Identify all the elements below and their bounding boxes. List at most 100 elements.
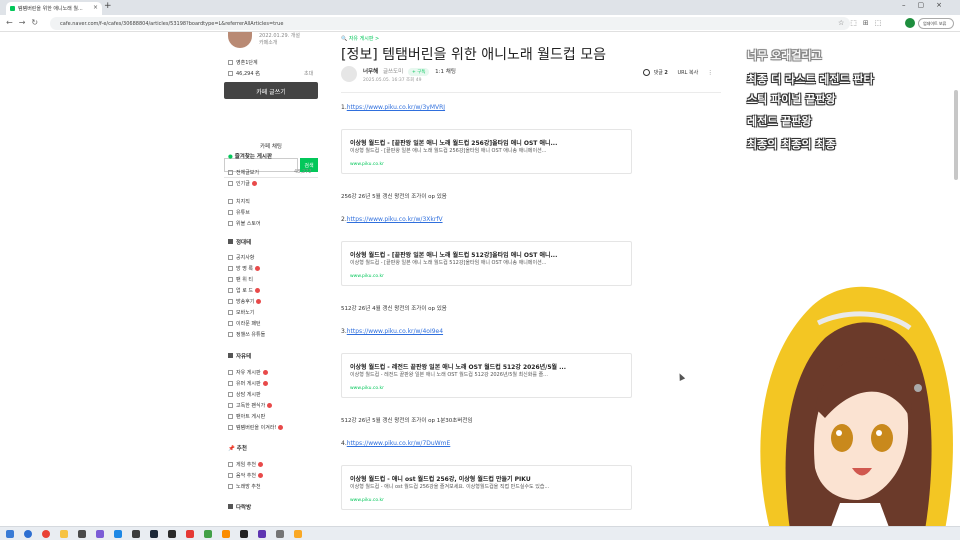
sidebar-item-pattern[interactable]: 이라문 패턴 [228,320,261,327]
new-badge-icon [258,473,263,478]
members-icon [228,71,233,76]
app-icon[interactable] [132,530,140,538]
link-preview-card[interactable]: 이상형 월드컵 - [끝판왕 일본 애니 노래 월드컵 512강]올타임 애니 … [341,241,632,286]
close-tab-icon[interactable]: × [93,4,98,11]
sidebar-item-guestbook[interactable]: 방 명 록 [228,265,260,272]
sidebar-item-counsel[interactable]: 상담 게시판 [228,391,261,398]
app-icon[interactable] [114,530,122,538]
steam-icon[interactable] [150,530,158,538]
url-copy-button[interactable]: URL 복사 [677,70,698,76]
link-url[interactable]: https://www.piku.co.kr/w/4oI9e4 [347,328,443,335]
author-avatar[interactable] [341,66,357,82]
sidebar-item-karaoke-rec[interactable]: 노래방 추천 [228,483,261,490]
address-toolbar: ←→↻ cafe.naver.com/f-e/cafes/30688804/ar… [0,15,960,32]
sidebar-item-chzzk[interactable]: 치지직 [228,198,250,205]
sidebar-item-game-rec[interactable]: 게임 추천 [228,461,263,468]
subscribe-button[interactable]: + 구독 [407,68,430,76]
window-controls[interactable]: –▢× [902,1,954,9]
invite-link[interactable]: 초대 [304,70,313,77]
cafe-avatar [228,32,252,48]
article-area: 🔍 자유 게시판 > [정보] 템탬버린을 위한 애니노래 월드컵 모음 너무해… [335,32,725,526]
card-title: 이상형 월드컵 - [끝판왕 일본 애니 노래 월드컵 256강]올타임 애니 … [350,140,558,147]
list-icon [228,392,233,397]
sidebar-item-all-posts[interactable]: 전체글보기 [228,169,259,176]
app-icon[interactable] [168,530,176,538]
sidebar-item-fan[interactable]: 팬 위 티 [228,276,253,283]
note-text: 512강 26년 5월 갱신 왕전의 조가이 op 1분30초버전임 [341,418,473,424]
overlay-line: 스틱 파이널 끝판왕 [747,93,836,106]
link-url[interactable]: https://www.piku.co.kr/w/7DuWmE [347,440,451,447]
image-icon [228,403,233,408]
edge-icon[interactable] [24,530,32,538]
address-input[interactable]: cafe.naver.com/f-e/cafes/30688804/articl… [50,17,850,30]
list-icon [228,299,233,304]
app-icon[interactable] [96,530,104,538]
divider [224,177,318,178]
favorite-boards-title[interactable]: ● 즐겨찾는 게시판 [228,152,272,160]
update-button[interactable]: 업데이트 보류 [918,18,954,29]
more-options-icon[interactable]: ⋮ [708,70,713,76]
page-scrollbar[interactable] [954,34,958,524]
megaphone-icon [228,255,233,260]
cafe-write-button[interactable]: 카페 글쓰기 [224,82,318,99]
sidebar-item-music-rec[interactable]: 음악 추천 [228,472,263,479]
link-line: 4.https://www.piku.co.kr/w/7DuWmE [341,440,451,447]
overlay-line: 너무 오래걸리고 [747,49,822,62]
list-icon [228,221,233,226]
nav-buttons[interactable]: ←→↻ [6,18,44,27]
comment-label[interactable]: 댓글 [654,70,663,76]
app-icon[interactable] [276,530,284,538]
chrome-icon[interactable] [42,530,50,538]
card-title: 이상형 월드컵 - 레전드 끝판왕 일본 애니 노래 OST 월드컵 512강 … [350,364,566,371]
sidebar-item-youtube[interactable]: 유튜브 [228,209,250,216]
extension-icons[interactable]: ☆⬚⊞⬚ [838,19,887,27]
sidebar-item-notice[interactable]: 공지사항 [228,254,254,261]
new-tab-icon[interactable]: + [104,1,112,11]
new-badge-icon [278,425,284,430]
link-line: 2.https://www.piku.co.kr/w/3XkrfV [341,216,443,223]
app-icon[interactable] [186,530,194,538]
scrollbar-thumb[interactable] [954,90,958,180]
sidebar-item-humor[interactable]: 유머 게시판 [228,380,268,387]
app-icon[interactable] [222,530,230,538]
sidebar-item-free-board[interactable]: 자유 게시판 [228,369,268,376]
link-url[interactable]: https://www.piku.co.kr/w/3yMVRJ [347,104,445,111]
link-preview-card[interactable]: 이상형 월드컵 - 애니 ost 월드컵 256강, 이상형 월드컵 만들기 P… [341,465,632,510]
emoji-icon [228,332,233,337]
app-icon[interactable] [294,530,302,538]
link-url[interactable]: https://www.piku.co.kr/w/3XkrfV [347,216,443,223]
sidebar-item-popular[interactable]: 인기글 [228,180,257,187]
cafe-chat-button[interactable]: 카페 채팅 [224,139,318,153]
app-icon[interactable] [204,530,212,538]
board-breadcrumb[interactable]: 🔍 자유 게시판 > [341,35,379,42]
author-name[interactable]: 너무해 [363,69,378,75]
browser-tab[interactable]: 템템버린을 위한 애니노래 월... × [6,2,102,15]
profile-avatar-icon[interactable] [905,18,915,28]
list-icon [228,199,233,204]
card-title: 이상형 월드컵 - [끝판왕 일본 애니 노래 월드컵 512강]올타임 애니 … [350,252,558,259]
upload-icon [228,288,233,293]
overlay-line: 최종의 최종의 최종 [747,138,836,151]
star-icon [228,277,233,282]
cafe-intro-link[interactable]: 카페소개 [259,39,277,46]
sidebar-item-store[interactable]: 위블 스토어 [228,220,261,227]
link-preview-card[interactable]: 이상형 월드컵 - 레전드 끝판왕 일본 애니 노래 OST 월드컵 512강 … [341,353,632,398]
list-icon [228,181,233,186]
comment-icon[interactable] [643,69,650,76]
sidebar-item-gourmet[interactable]: 고독한 팬식가 [228,402,273,409]
folder-icon[interactable] [60,530,68,538]
sidebar-item-review[interactable]: 방송후기 [228,298,262,305]
app-icon[interactable] [258,530,266,538]
sidebar-item-fanart[interactable]: 팬아트 게시판 [228,413,265,420]
start-icon[interactable] [6,530,14,538]
sidebar-item-youtubers[interactable]: 정챌쓰 유튜들 [228,331,265,338]
link-preview-card[interactable]: 이상형 월드컵 - [끝판왕 일본 애니 노래 월드컵 256강]올타임 애니 … [341,129,632,174]
app-icon[interactable] [78,530,86,538]
new-badge-icon [262,381,268,386]
sidebar-item-upload[interactable]: 업 로 드 [228,287,260,294]
sidebar-item-beat[interactable]: 템템버린을 이겨라! [228,424,284,431]
one-on-one-chat-button[interactable]: 1:1 채팅 [435,69,456,75]
naver-cafe-favicon-icon [10,6,15,11]
obs-icon[interactable] [240,530,248,538]
sidebar-item-mobile[interactable]: 모바노기 [228,309,254,316]
